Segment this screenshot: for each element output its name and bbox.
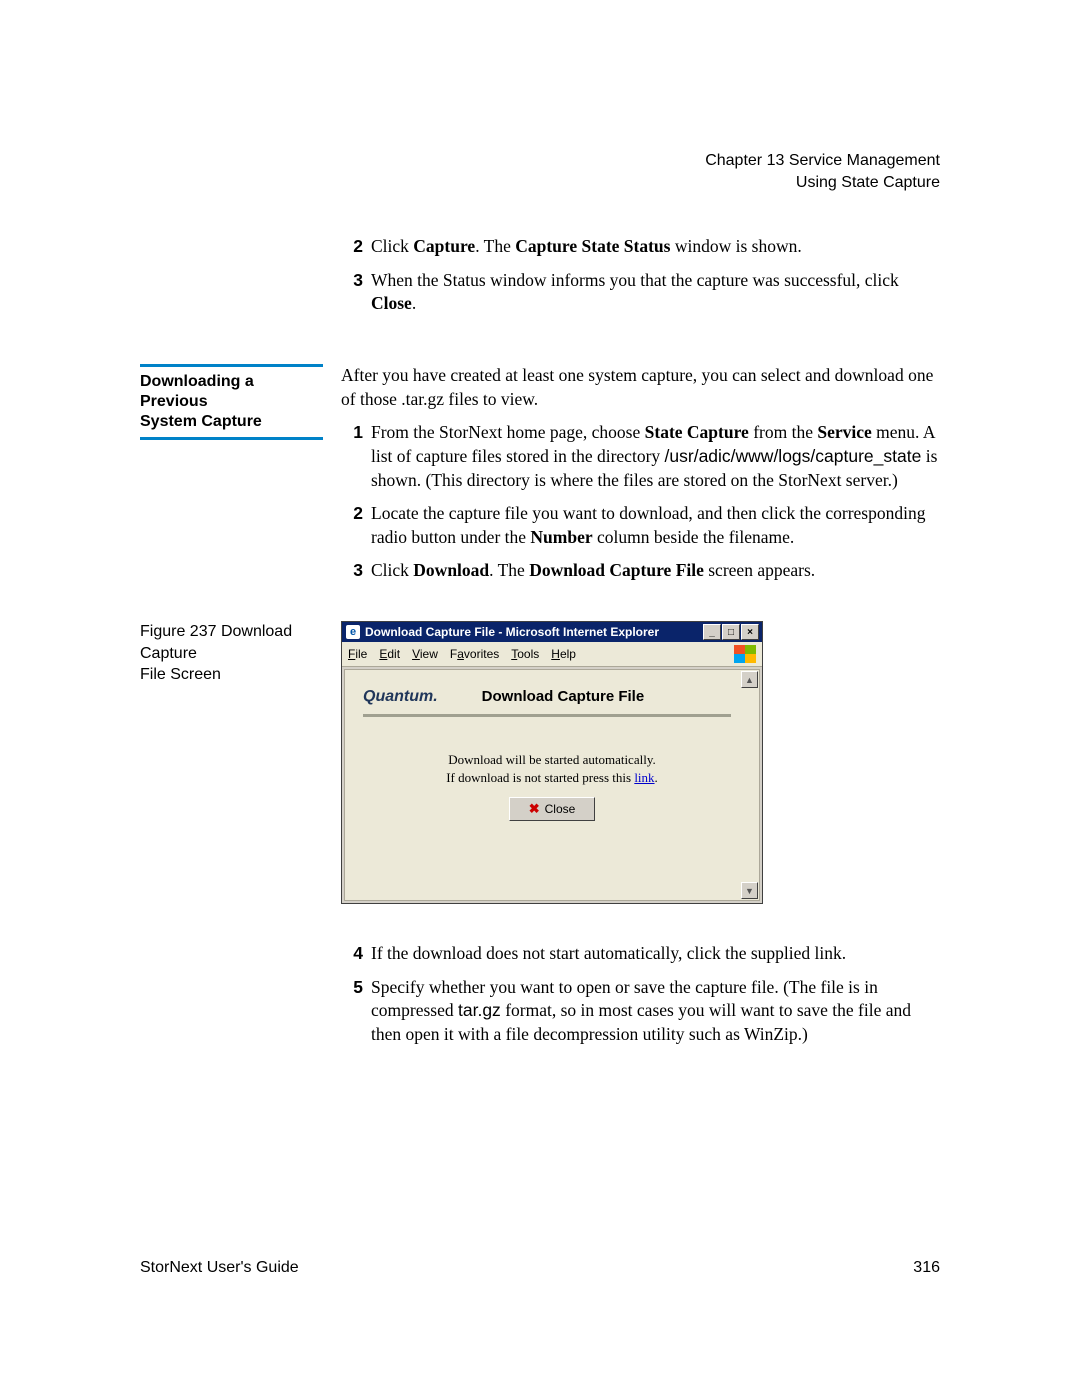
ie-titlebar: e Download Capture File - Microsoft Inte… xyxy=(342,622,762,642)
step-item: 2 Click Capture. The Capture State Status… xyxy=(341,235,940,259)
figure-caption-line2: File Screen xyxy=(140,664,323,686)
step-item: 3 Click Download. The Download Capture Fi… xyxy=(341,559,940,583)
menu-view[interactable]: View xyxy=(412,647,438,661)
section-steps: 1From the StorNext home page, choose Sta… xyxy=(341,421,940,583)
step-number: 2 xyxy=(341,235,363,259)
step-text: Click Download. The Download Capture Fil… xyxy=(371,559,940,583)
window-close-button[interactable]: × xyxy=(741,624,759,640)
step-text: Click Capture. The Capture State Status … xyxy=(371,235,940,259)
step-text: Specify whether you want to open or save… xyxy=(371,976,940,1047)
ie-title-text: Download Capture File - Microsoft Intern… xyxy=(365,625,659,639)
step-text: When the Status window informs you that … xyxy=(371,269,940,316)
windows-flag-icon xyxy=(734,645,756,663)
menu-edit[interactable]: Edit xyxy=(379,647,400,661)
page-footer: StorNext User's Guide 316 xyxy=(140,1259,940,1277)
section-sidebar-title: Downloading a Previous System Capture xyxy=(140,364,323,440)
step-item: 3When the Status window informs you that… xyxy=(341,269,940,316)
close-x-icon: ✖ xyxy=(529,801,540,817)
step-item: 2Locate the capture file you want to dow… xyxy=(341,502,940,549)
quantum-logo: Quantum. xyxy=(363,680,452,714)
menu-tools[interactable]: Tools xyxy=(511,647,539,661)
ie-content-heading: Download Capture File xyxy=(452,680,731,714)
figure-caption-line1: Figure 237 Download Capture xyxy=(140,621,323,664)
close-button-label: Close xyxy=(545,802,576,816)
section-intro: After you have created at least one syst… xyxy=(341,364,940,411)
ie-body-text: Download will be started automatically. … xyxy=(375,751,729,787)
ie-app-icon: e xyxy=(346,625,360,639)
ie-window: e Download Capture File - Microsoft Inte… xyxy=(341,621,763,904)
menu-help[interactable]: Help xyxy=(551,647,576,661)
close-button[interactable]: ✖ Close xyxy=(509,797,595,821)
ie-content: ▲ Quantum. Download Capture File Downloa… xyxy=(344,669,760,901)
step-item: 1From the StorNext home page, choose Sta… xyxy=(341,421,940,492)
step-number: 3 xyxy=(341,269,363,316)
footer-right: 316 xyxy=(913,1259,940,1277)
step-text: Locate the capture file you want to down… xyxy=(371,502,940,549)
menu-favorites[interactable]: Favorites xyxy=(450,647,499,661)
step-number: 4 xyxy=(341,942,363,966)
section-title-line1: Downloading a Previous xyxy=(140,372,323,412)
download-link[interactable]: link xyxy=(634,770,654,785)
figure-caption: Figure 237 Download Capture File Screen xyxy=(140,621,323,686)
scrollbar-up-button[interactable]: ▲ xyxy=(741,671,758,688)
ie-line2: If download is not started press this li… xyxy=(375,769,729,787)
step-number: 5 xyxy=(341,976,363,1047)
window-maximize-button[interactable]: □ xyxy=(722,624,740,640)
step-item: 5Specify whether you want to open or sav… xyxy=(341,976,940,1047)
header-chapter: Chapter 13 Service Management xyxy=(140,150,940,172)
footer-left: StorNext User's Guide xyxy=(140,1259,299,1277)
step-text: If the download does not start automatic… xyxy=(371,942,940,966)
header-section: Using State Capture xyxy=(140,172,940,194)
top-steps: 2 Click Capture. The Capture State Status… xyxy=(341,235,940,316)
ie-menubar: File Edit View Favorites Tools Help xyxy=(342,642,762,667)
page-header: Chapter 13 Service Management Using Stat… xyxy=(140,150,940,193)
menu-file[interactable]: File xyxy=(348,647,367,661)
step-number: 1 xyxy=(341,421,363,492)
step-number: 3 xyxy=(341,559,363,583)
ie-line1: Download will be started automatically. xyxy=(375,751,729,769)
step-item: 4 If the download does not start automati… xyxy=(341,942,940,966)
section-title-line2: System Capture xyxy=(140,412,323,432)
step-number: 2 xyxy=(341,502,363,549)
scrollbar-down-button[interactable]: ▼ xyxy=(741,882,758,899)
step-text: From the StorNext home page, choose Stat… xyxy=(371,421,940,492)
post-steps: 4 If the download does not start automati… xyxy=(341,942,940,1047)
window-minimize-button[interactable]: _ xyxy=(703,624,721,640)
